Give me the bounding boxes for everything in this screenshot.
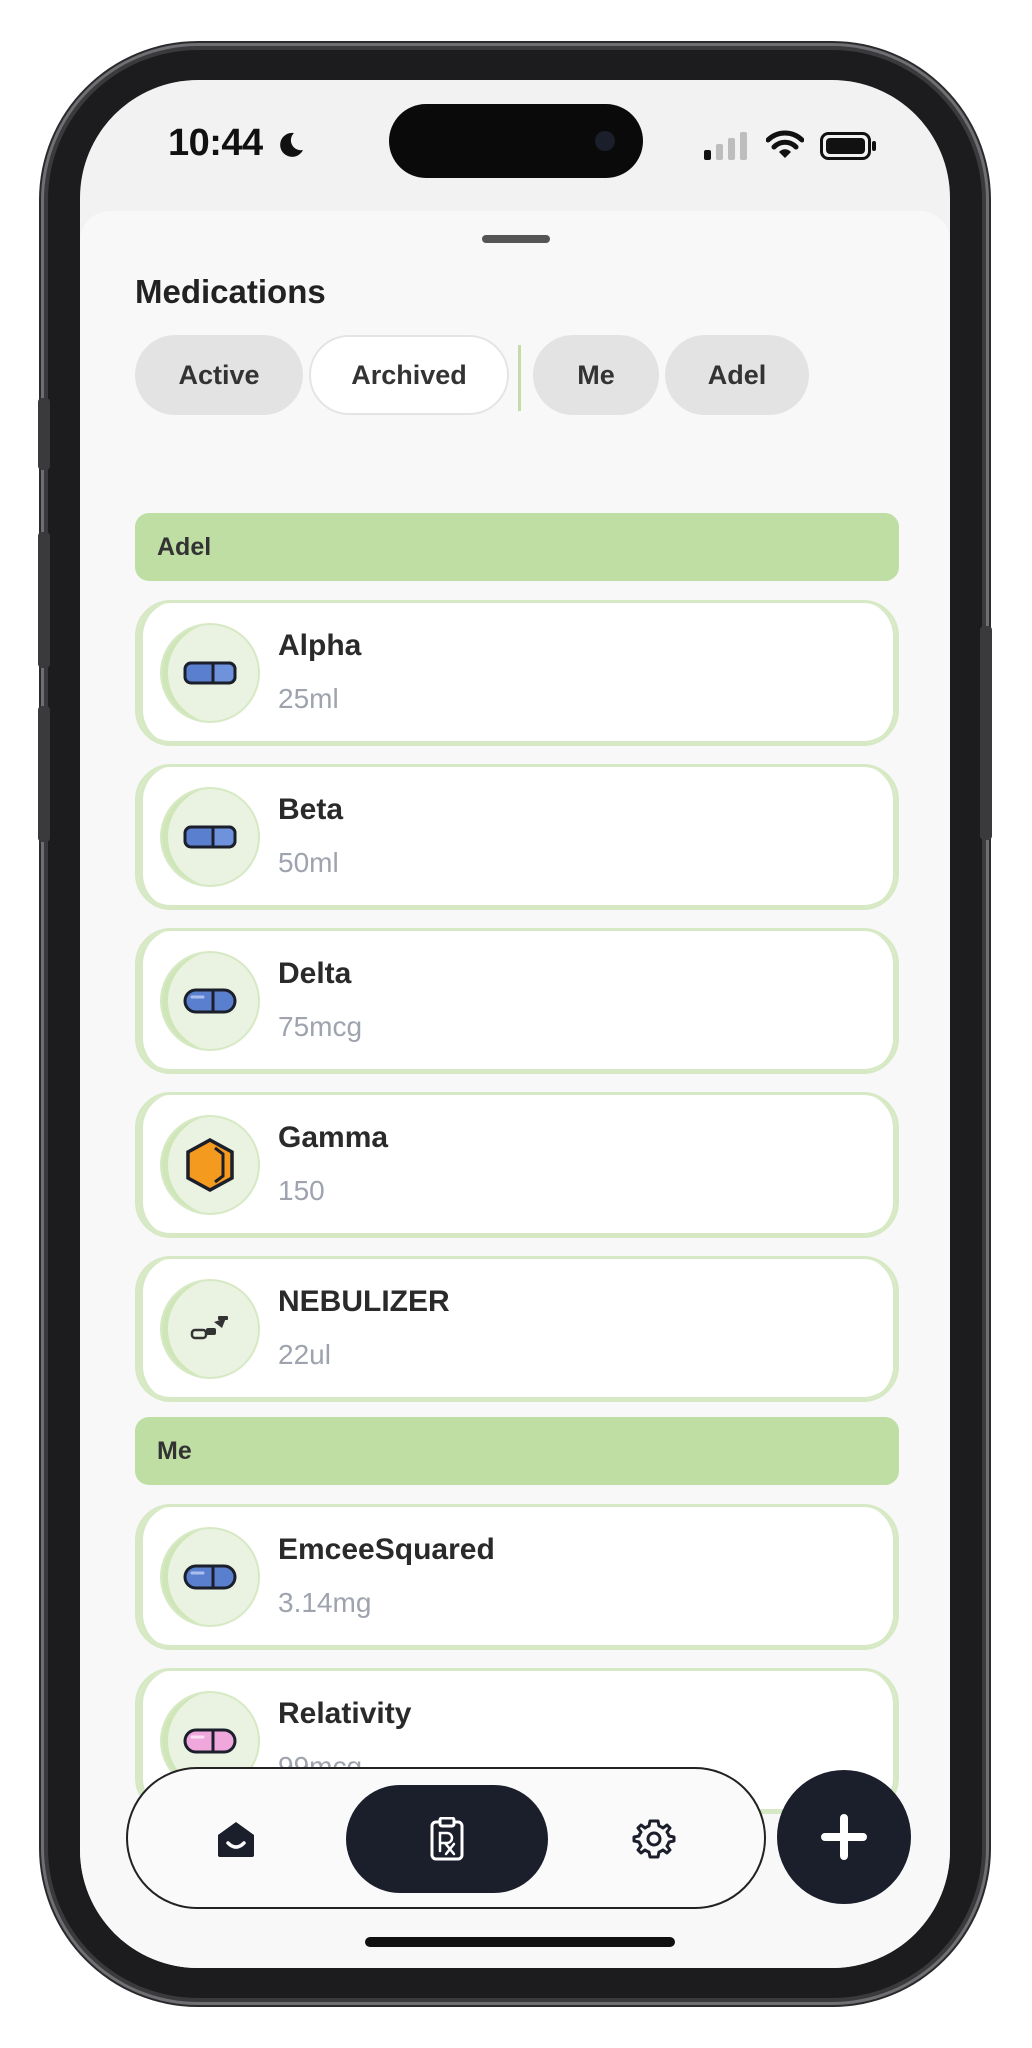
medication-name: Alpha <box>278 629 362 662</box>
nav-settings-button[interactable] <box>626 1811 682 1867</box>
filter-chip-adel[interactable]: Adel <box>665 335 809 415</box>
moon-icon <box>280 132 303 157</box>
medication-name: Beta <box>278 793 344 826</box>
action-button <box>38 398 50 470</box>
pill-rounded-icon <box>160 951 260 1051</box>
home-icon <box>218 1822 254 1857</box>
add-medication-button[interactable] <box>777 1770 911 1904</box>
chip-label: Adel <box>707 359 767 390</box>
medication-name: Delta <box>278 957 352 990</box>
dynamic-island <box>389 104 643 178</box>
medications-sheet: Medications Active Archived Me Adel Adel… <box>80 211 950 1968</box>
signal-icon <box>704 132 747 160</box>
medication-card-emceesquared[interactable]: EmceeSquared 3.14mg <box>135 1504 899 1650</box>
chip-divider <box>518 345 521 411</box>
prescription-icon <box>430 1817 464 1861</box>
sheet-drag-handle[interactable] <box>482 235 550 243</box>
status-time: 10:44 <box>168 122 263 164</box>
medication-card-beta[interactable]: Beta 50ml <box>135 764 899 910</box>
plus-icon <box>821 1814 867 1860</box>
medication-card-gamma[interactable]: Gamma 150 <box>135 1092 899 1238</box>
chip-label: Me <box>577 359 615 390</box>
medication-card-alpha[interactable]: Alpha 25ml <box>135 600 899 746</box>
volume-down-button <box>38 706 50 842</box>
pill-capsule-icon <box>160 787 260 887</box>
pill-rounded-icon <box>160 1527 260 1627</box>
power-button <box>980 626 992 840</box>
medication-name: NEBULIZER <box>278 1285 450 1318</box>
screen: 10:44 Medications Active Archived Me Ade <box>80 80 950 1968</box>
pill-capsule-icon <box>160 623 260 723</box>
home-indicator <box>365 1937 675 1947</box>
bottom-nav <box>126 1767 766 1909</box>
nav-prescriptions-button[interactable] <box>346 1785 548 1893</box>
medication-dose: 22ul <box>278 1339 331 1370</box>
status-bar: 10:44 <box>80 80 950 208</box>
battery-icon <box>820 132 876 160</box>
medication-name: EmceeSquared <box>278 1533 495 1566</box>
filter-chip-me[interactable]: Me <box>533 335 659 415</box>
nav-home-button[interactable] <box>208 1811 264 1867</box>
medication-name: Relativity <box>278 1697 412 1730</box>
group-header-adel: Adel <box>135 513 899 581</box>
group-header-label: Adel <box>157 532 212 561</box>
medication-dose: 3.14mg <box>278 1587 372 1618</box>
wifi-icon <box>766 130 804 158</box>
medication-dose: 150 <box>278 1175 325 1206</box>
medication-name: Gamma <box>278 1121 389 1154</box>
medication-dose: 50ml <box>278 847 339 878</box>
page-title: Medications <box>135 273 326 310</box>
group-header-label: Me <box>157 1436 192 1465</box>
gear-icon <box>632 1819 676 1859</box>
hexagon-tablet-icon <box>160 1115 260 1215</box>
medication-card-delta[interactable]: Delta 75mcg <box>135 928 899 1074</box>
chip-label: Active <box>178 359 260 390</box>
chip-label: Archived <box>351 359 467 390</box>
medication-dose: 75mcg <box>278 1011 363 1042</box>
medication-dose: 25ml <box>278 683 339 714</box>
filter-chip-archived[interactable]: Archived <box>309 335 509 415</box>
volume-up-button <box>38 532 50 668</box>
medication-card-nebulizer[interactable]: NEBULIZER 22ul <box>135 1256 899 1402</box>
nebulizer-icon <box>160 1279 260 1379</box>
group-header-me: Me <box>135 1417 899 1485</box>
filter-chip-active[interactable]: Active <box>135 335 303 415</box>
